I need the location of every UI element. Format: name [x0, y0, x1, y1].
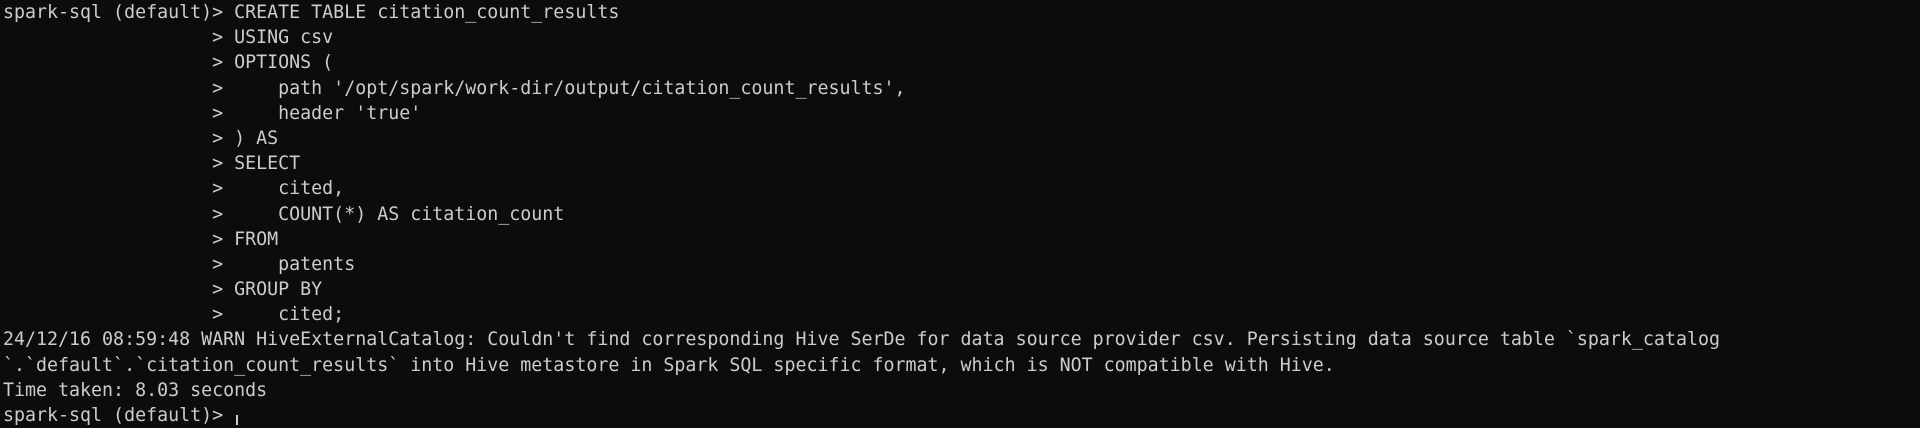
terminal-line: > ) AS: [3, 127, 279, 149]
terminal-line: > cited;: [3, 304, 345, 326]
warn-message-line: 24/12/16 08:59:48 WARN HiveExternalCatal…: [3, 329, 1720, 351]
terminal-line: > cited,: [3, 178, 345, 200]
prompt-line[interactable]: spark-sql (default)>: [3, 403, 1920, 428]
terminal-window[interactable]: spark-sql (default)> CREATE TABLE citati…: [0, 0, 1920, 428]
terminal-line: > SELECT: [3, 153, 301, 175]
time-taken-line: Time taken: 8.03 seconds: [3, 379, 268, 401]
warn-message-line: `.`default`.`citation_count_results` int…: [3, 354, 1335, 376]
terminal-line: > FROM: [3, 228, 279, 250]
terminal-line: spark-sql (default)> CREATE TABLE citati…: [3, 2, 620, 23]
terminal-line: > USING csv: [3, 27, 334, 49]
terminal-line: > COUNT(*) AS citation_count: [3, 203, 565, 225]
text-cursor: [236, 415, 239, 425]
terminal-line: > GROUP BY: [3, 279, 323, 301]
terminal-line: > patents: [3, 253, 356, 275]
prompt-text: spark-sql (default)>: [3, 405, 235, 426]
terminal-line: > OPTIONS (: [3, 52, 334, 74]
terminal-line: > path '/opt/spark/work-dir/output/citat…: [3, 77, 906, 99]
terminal-line: > header 'true': [3, 102, 422, 124]
